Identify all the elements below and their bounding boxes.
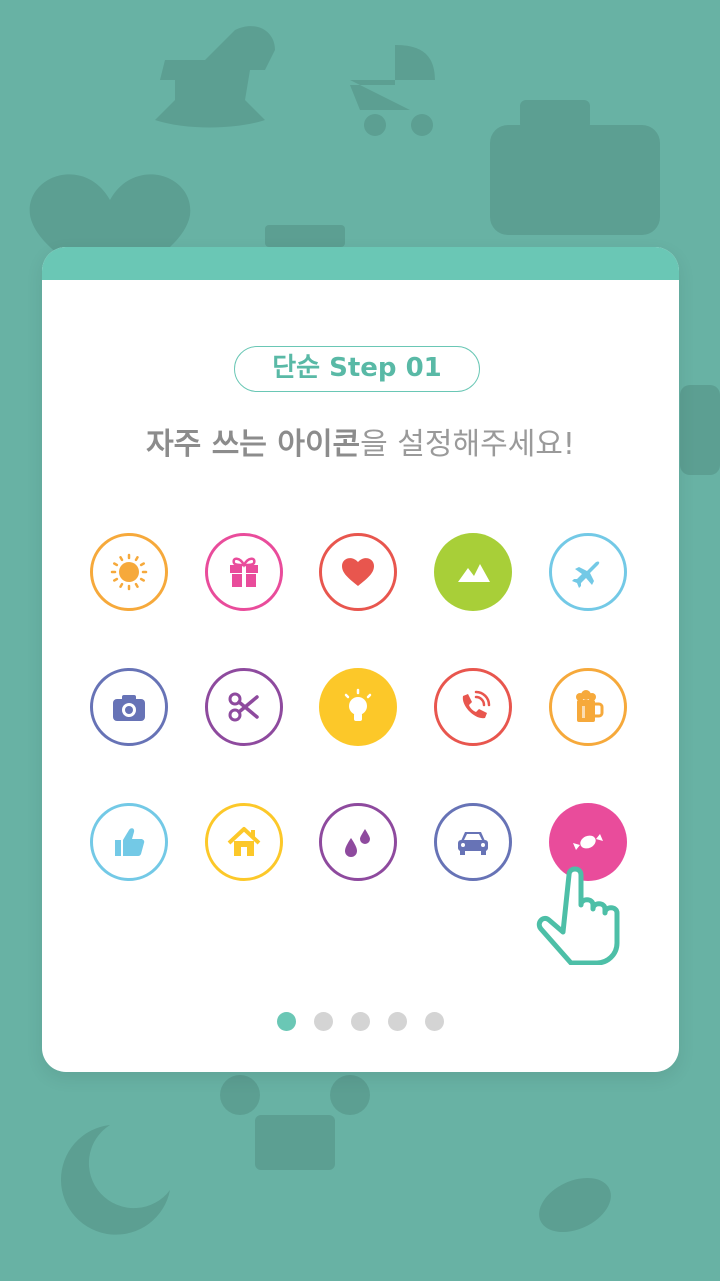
icon-option-water-drops[interactable] xyxy=(319,803,397,881)
thumbs-up-icon xyxy=(115,828,145,856)
icon-option-beer[interactable] xyxy=(549,668,627,746)
page-title-bold: 자주 쓰는 아이콘 xyxy=(146,427,361,462)
icon-option-thumbs-up[interactable] xyxy=(90,803,168,881)
icon-option-heart[interactable] xyxy=(319,533,397,611)
card-header-bar xyxy=(42,247,679,280)
pagination-dot-3[interactable] xyxy=(351,1012,370,1031)
step-badge: 단순 Step 01 xyxy=(234,346,480,392)
lightbulb-icon xyxy=(344,688,372,721)
camera-icon xyxy=(113,695,145,721)
scissors-icon xyxy=(228,692,259,722)
pagination-dot-2[interactable] xyxy=(314,1012,333,1031)
icon-option-scissors[interactable] xyxy=(205,668,283,746)
icon-option-sun[interactable] xyxy=(90,533,168,611)
pagination-dot-5[interactable] xyxy=(425,1012,444,1031)
hand-pointer-icon xyxy=(536,866,620,965)
pagination-dot-1[interactable] xyxy=(277,1012,296,1031)
pagination-dots xyxy=(42,1012,679,1031)
pagination-dot-4[interactable] xyxy=(388,1012,407,1031)
water-drops-icon xyxy=(345,829,370,857)
page-title-rest: 을 설정해주세요! xyxy=(360,427,575,462)
heart-icon xyxy=(342,558,374,586)
mountain-icon xyxy=(458,564,490,582)
icon-option-mountain[interactable] xyxy=(434,533,512,611)
icon-option-airplane[interactable] xyxy=(549,533,627,611)
sun-icon xyxy=(110,553,148,591)
icon-option-lightbulb[interactable] xyxy=(319,668,397,746)
icon-option-phone[interactable] xyxy=(434,668,512,746)
icon-setup-card: 단순 Step 01 자주 쓰는 아이콘을 설정해주세요! xyxy=(42,247,679,1072)
car-icon xyxy=(458,832,488,855)
icon-option-home[interactable] xyxy=(205,803,283,881)
phone-icon xyxy=(462,690,491,719)
icon-option-car[interactable] xyxy=(434,803,512,881)
icon-option-camera[interactable] xyxy=(90,668,168,746)
page-title: 자주 쓰는 아이콘을 설정해주세요! xyxy=(42,419,679,463)
gift-icon xyxy=(230,557,258,587)
airplane-icon xyxy=(572,561,600,588)
icon-option-gift[interactable] xyxy=(205,533,283,611)
home-icon xyxy=(227,827,261,856)
beer-icon xyxy=(576,690,604,722)
